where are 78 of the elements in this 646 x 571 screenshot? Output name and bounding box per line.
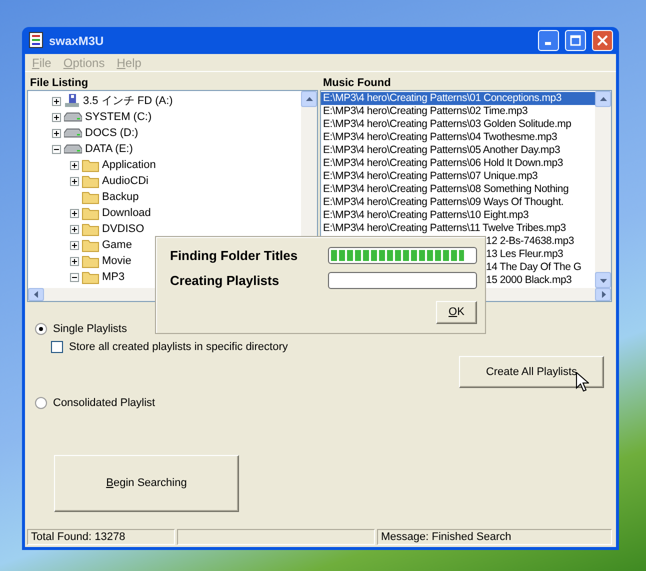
- maximize-icon: [570, 35, 581, 46]
- status-text: Message: Finished Search: [377, 529, 612, 545]
- expand-icon[interactable]: [70, 176, 79, 186]
- tree-item[interactable]: Backup: [102, 188, 139, 206]
- expand-icon[interactable]: [70, 256, 79, 266]
- checkbox[interactable]: [51, 341, 63, 353]
- radio-button[interactable]: [35, 397, 47, 409]
- list-item[interactable]: E:\MP3\4 hero\Creating Patterns\11 Twelve Tribes.mp3: [321, 222, 595, 235]
- folder-icon: [82, 206, 99, 220]
- list-item[interactable]: E:\MP3\4 hero\Creating Patterns\04 Twothesme.mp3: [321, 131, 595, 144]
- begin-searching-button[interactable]: Begin Searching: [54, 455, 239, 512]
- hard-drive-icon: [64, 128, 82, 138]
- expand-icon[interactable]: [70, 208, 79, 218]
- floppy-drive-icon: [64, 94, 80, 108]
- close-button[interactable]: [592, 30, 613, 51]
- folder-icon: [82, 238, 99, 252]
- status-text: Total Found: 13278: [27, 529, 175, 545]
- hard-drive-icon: [64, 144, 82, 154]
- create-playlists-button[interactable]: Create All Playlists: [459, 356, 604, 388]
- scroll-left-button[interactable]: [28, 288, 44, 301]
- vertical-scrollbar[interactable]: [595, 91, 611, 288]
- folder-icon: [82, 254, 99, 268]
- option-label: Consolidated Playlist: [53, 396, 156, 411]
- mouse-pointer-icon: [576, 372, 589, 392]
- ok-button[interactable]: OK: [436, 301, 477, 324]
- arrow-icon: [32, 290, 40, 299]
- folder-icon: [82, 270, 99, 284]
- tree-item[interactable]: Game: [102, 236, 132, 254]
- list-item[interactable]: E:\MP3\4 hero\Creating Patterns\01 Conceptions.mp3: [321, 92, 595, 105]
- arrow-icon: [304, 94, 314, 104]
- collapse-icon[interactable]: [70, 272, 79, 282]
- tree-item[interactable]: DVDISO: [102, 220, 144, 238]
- progress-label: Finding Folder Titles: [170, 246, 299, 265]
- tree-item[interactable]: SYSTEM (C:): [85, 108, 152, 126]
- arrow-icon: [598, 94, 608, 104]
- radio-button[interactable]: [35, 323, 47, 335]
- folder-icon: [82, 174, 99, 188]
- tree-item[interactable]: Download: [102, 204, 151, 222]
- scroll-down-button[interactable]: [595, 272, 611, 288]
- expand-icon[interactable]: [52, 128, 61, 138]
- scroll-right-button[interactable]: [595, 288, 611, 301]
- list-item[interactable]: E:\MP3\4 hero\Creating Patterns\07 Unique.mp3: [321, 170, 595, 183]
- tree-item[interactable]: 3.5 インチ FD (A:): [83, 92, 173, 110]
- tree-item[interactable]: AudioCDi: [102, 172, 148, 190]
- tree-item[interactable]: Application: [102, 156, 156, 174]
- list-item[interactable]: E:\MP3\4 hero\Creating Patterns\10 Eight.mp3: [321, 209, 595, 222]
- maximize-button[interactable]: [565, 30, 586, 51]
- close-icon: [597, 35, 608, 46]
- scroll-up-button[interactable]: [595, 91, 611, 107]
- minimize-button[interactable]: [538, 30, 559, 51]
- collapse-icon[interactable]: [52, 144, 61, 154]
- list-item[interactable]: E:\MP3\4 hero\Creating Patterns\09 Ways Of Thought.: [321, 196, 595, 209]
- window-title: swaxM3U: [49, 32, 105, 50]
- expand-icon[interactable]: [70, 224, 79, 234]
- option-label: Store all created playlists in specific directory: [69, 340, 288, 355]
- panel-title: Music Found: [322, 76, 392, 90]
- folder-icon: [82, 190, 99, 204]
- panel-title: File Listing: [29, 76, 90, 90]
- list-item[interactable]: E:\MP3\4 hero\Creating Patterns\08 Something Nothing: [321, 183, 595, 196]
- tree-item[interactable]: MP3: [102, 268, 125, 286]
- list-item[interactable]: E:\MP3\4 hero\Creating Patterns\03 Golden Solitude.mp: [321, 118, 595, 131]
- list-item[interactable]: E:\MP3\4 hero\Creating Patterns\02 Time.mp3: [321, 105, 595, 118]
- tree-item[interactable]: Movie: [102, 252, 132, 270]
- app-icon: [29, 32, 43, 48]
- option-label: Single Playlists: [53, 322, 127, 337]
- expand-icon[interactable]: [70, 240, 79, 250]
- list-item[interactable]: E:\MP3\4 hero\Creating Patterns\06 Hold It Down.mp3: [321, 157, 595, 170]
- expand-icon[interactable]: [52, 112, 61, 122]
- hard-drive-icon: [64, 112, 82, 122]
- scroll-up-button[interactable]: [301, 91, 317, 107]
- expand-icon[interactable]: [52, 96, 61, 106]
- expand-icon[interactable]: [70, 160, 79, 170]
- tree-item[interactable]: DATA (E:): [85, 140, 133, 158]
- folder-icon: [82, 158, 99, 172]
- list-item[interactable]: E:\MP3\4 hero\Creating Patterns\05 Another Day.mp3: [321, 144, 595, 157]
- progress-label: Creating Playlists: [170, 272, 280, 290]
- folder-icon: [82, 222, 99, 236]
- tree-item[interactable]: DOCS (D:): [85, 124, 138, 142]
